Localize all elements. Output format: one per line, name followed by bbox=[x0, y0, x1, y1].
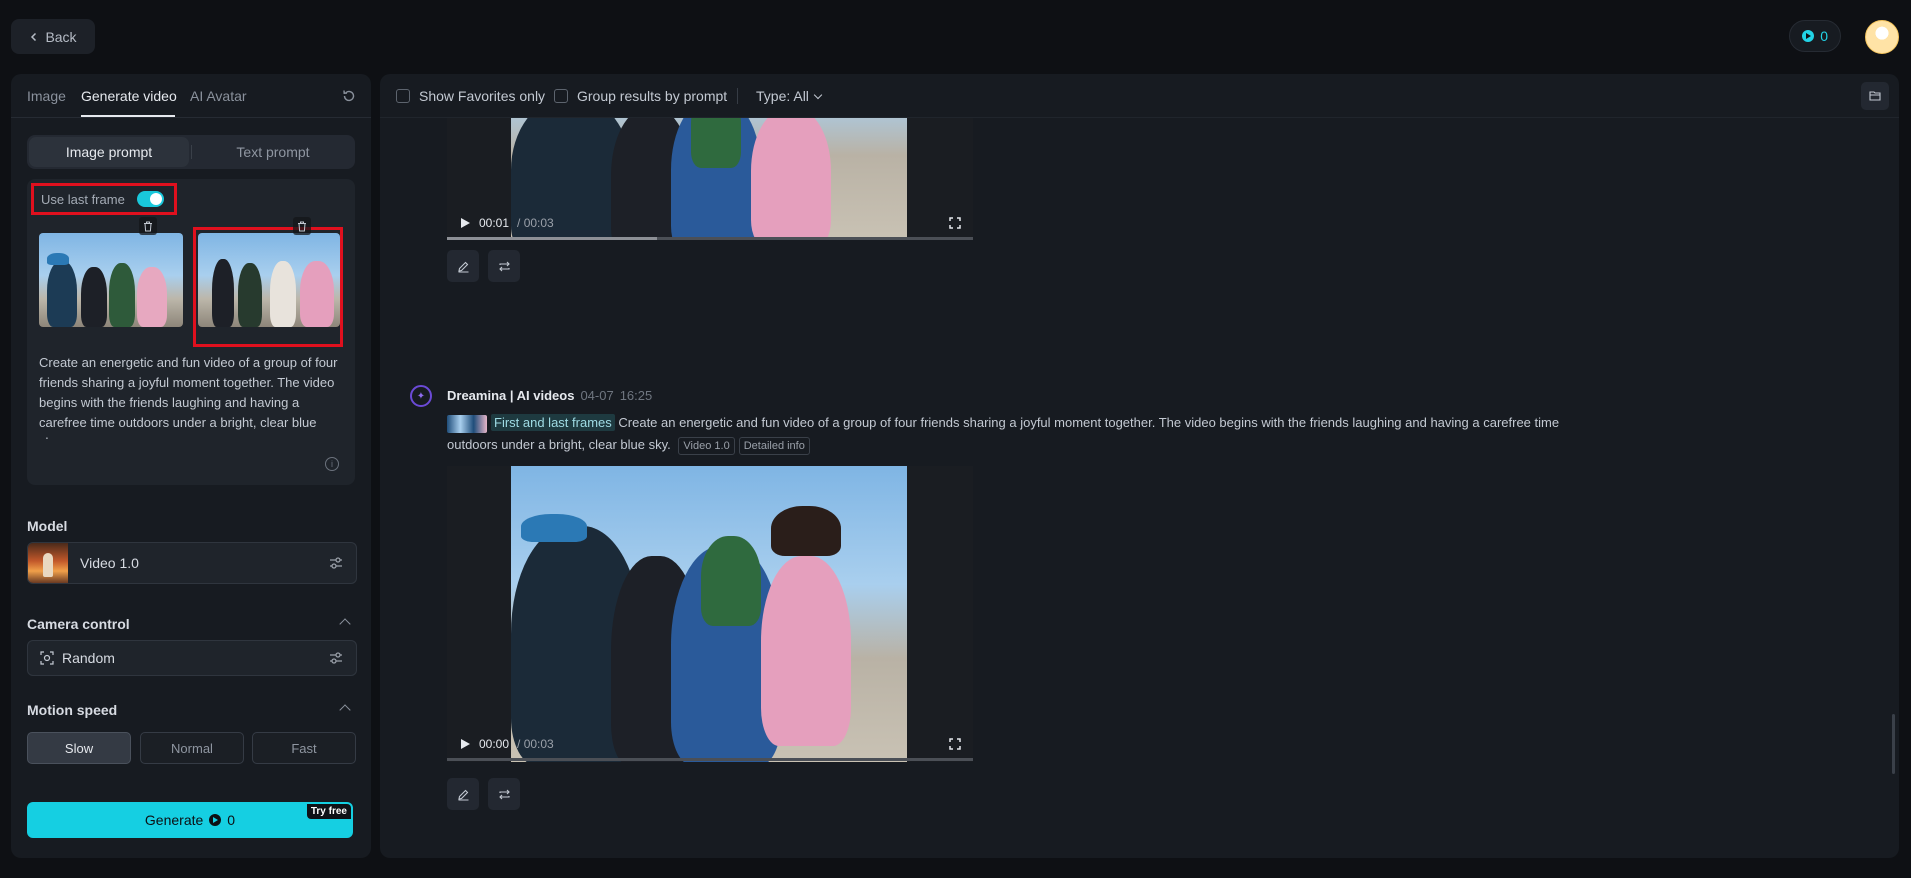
try-free-badge: Try free bbox=[306, 804, 351, 819]
current-time: 00:00 bbox=[479, 737, 510, 751]
video-frame-2 bbox=[511, 466, 907, 762]
current-time: 00:01 bbox=[479, 216, 510, 230]
total-time: / 00:03 bbox=[517, 216, 554, 230]
pencil-icon bbox=[457, 261, 468, 273]
fullscreen-icon[interactable] bbox=[949, 217, 961, 229]
prompt-textarea[interactable]: Create an energetic and fun video of a g… bbox=[39, 353, 339, 439]
filter-bar: Show Favorites only Group results by pro… bbox=[380, 74, 1899, 118]
speed-slow-button[interactable]: Slow bbox=[27, 732, 131, 764]
generate-label: Generate bbox=[144, 812, 204, 828]
trash-icon bbox=[298, 221, 306, 231]
message-date: 04-07 bbox=[580, 388, 614, 403]
progress-fill bbox=[447, 237, 658, 240]
chevron-up-icon[interactable] bbox=[339, 704, 351, 716]
credit-icon bbox=[1802, 30, 1815, 42]
avatar[interactable] bbox=[1865, 20, 1899, 54]
first-frame-image[interactable] bbox=[39, 233, 183, 327]
first-last-frames-tag: First and last frames bbox=[491, 414, 615, 431]
credit-icon bbox=[209, 814, 222, 826]
regenerate-button[interactable] bbox=[488, 250, 520, 282]
model-select[interactable]: Video 1.0 bbox=[27, 542, 357, 584]
active-tab-underline bbox=[81, 115, 175, 117]
speed-fast-button[interactable]: Fast bbox=[252, 732, 356, 764]
video-player-1[interactable]: 00:01 / 00:03 bbox=[447, 118, 973, 240]
favorites-label: Show Favorites only bbox=[419, 88, 546, 104]
total-time: / 00:03 bbox=[517, 737, 554, 751]
back-button[interactable]: Back bbox=[11, 19, 95, 54]
prompt-mode-switch: Image prompt Text prompt bbox=[27, 135, 355, 169]
play-icon[interactable] bbox=[459, 738, 471, 750]
motion-speed-label: Motion speed bbox=[27, 702, 118, 718]
model-tag: Video 1.0 bbox=[678, 437, 735, 455]
speed-normal-button[interactable]: Normal bbox=[140, 732, 244, 764]
message-body: First and last frames Create an energeti… bbox=[447, 412, 1597, 456]
sliders-icon[interactable] bbox=[328, 555, 344, 571]
last-frame-image[interactable] bbox=[198, 233, 340, 327]
message-time: 16:25 bbox=[619, 388, 653, 403]
use-last-frame-control: Use last frame bbox=[31, 183, 177, 215]
camera-control-label: Camera control bbox=[27, 616, 130, 632]
group-checkbox[interactable] bbox=[554, 89, 568, 103]
pencil-icon bbox=[457, 789, 468, 801]
detailed-info-tag[interactable]: Detailed info bbox=[738, 437, 810, 455]
tab-ai-avatar[interactable]: AI Avatar bbox=[190, 88, 247, 104]
image-prompt-option[interactable]: Image prompt bbox=[29, 137, 189, 167]
video-progress-1[interactable] bbox=[447, 237, 973, 240]
use-last-frame-toggle[interactable] bbox=[136, 191, 164, 207]
type-filter-label: Type: All bbox=[756, 88, 809, 104]
scrollbar[interactable] bbox=[1892, 714, 1895, 774]
chevron-left-icon bbox=[31, 32, 37, 41]
delete-first-frame-button[interactable] bbox=[139, 217, 157, 235]
info-icon[interactable]: i bbox=[325, 457, 339, 471]
folder-icon[interactable] bbox=[1861, 82, 1889, 110]
mode-tabs: Image Generate video AI Avatar bbox=[11, 74, 371, 118]
regenerate-button[interactable] bbox=[488, 778, 520, 810]
back-label: Back bbox=[45, 28, 77, 45]
author-name: Dreamina | AI videos bbox=[447, 388, 575, 403]
video-progress-2[interactable] bbox=[447, 758, 973, 761]
group-label: Group results by prompt bbox=[577, 88, 728, 104]
edit-button[interactable] bbox=[447, 250, 479, 282]
chevron-up-icon[interactable] bbox=[339, 618, 351, 630]
model-thumbnail bbox=[28, 543, 68, 583]
camera-control-value: Random bbox=[62, 650, 115, 666]
use-last-frame-label: Use last frame bbox=[41, 191, 125, 207]
video-player-2[interactable]: 00:00 / 00:03 bbox=[447, 466, 973, 762]
camera-control-select[interactable]: Random bbox=[27, 640, 357, 676]
credits-badge[interactable]: 0 bbox=[1789, 20, 1841, 52]
type-filter-dropdown[interactable]: Type: All bbox=[756, 88, 823, 104]
generate-button[interactable]: Generate 0 Try free bbox=[27, 802, 353, 838]
favorites-checkbox[interactable] bbox=[396, 89, 410, 103]
message-header: Dreamina | AI videos 04-07 16:25 bbox=[447, 388, 652, 403]
prompt-box: Use last frame Create an energetic and f… bbox=[27, 179, 355, 485]
trash-icon bbox=[144, 221, 152, 231]
divider bbox=[737, 88, 738, 104]
reset-icon[interactable] bbox=[341, 88, 357, 104]
camera-focus-icon bbox=[40, 651, 54, 665]
text-prompt-option[interactable]: Text prompt bbox=[191, 135, 355, 169]
play-icon[interactable] bbox=[459, 217, 471, 229]
results-panel: Show Favorites only Group results by pro… bbox=[380, 74, 1899, 858]
delete-last-frame-button[interactable] bbox=[293, 217, 311, 235]
video-controls-2: 00:00 / 00:03 bbox=[447, 726, 973, 762]
repeat-icon bbox=[498, 261, 510, 271]
tab-image[interactable]: Image bbox=[27, 88, 66, 104]
repeat-icon bbox=[498, 789, 510, 799]
edit-button[interactable] bbox=[447, 778, 479, 810]
frames-thumbnail bbox=[447, 414, 487, 433]
tab-generate-video[interactable]: Generate video bbox=[81, 88, 177, 104]
dreamina-avatar-icon: ✦ bbox=[410, 385, 432, 407]
generate-credits: 0 bbox=[227, 812, 236, 828]
credits-count: 0 bbox=[1820, 28, 1828, 44]
video-controls-1: 00:01 / 00:03 bbox=[447, 205, 973, 240]
left-panel: Image Generate video AI Avatar Image pro… bbox=[11, 74, 371, 858]
model-name: Video 1.0 bbox=[80, 555, 139, 571]
fullscreen-icon[interactable] bbox=[949, 738, 961, 750]
sliders-icon[interactable] bbox=[328, 650, 344, 666]
model-label: Model bbox=[27, 518, 68, 534]
chevron-down-icon bbox=[813, 90, 823, 100]
